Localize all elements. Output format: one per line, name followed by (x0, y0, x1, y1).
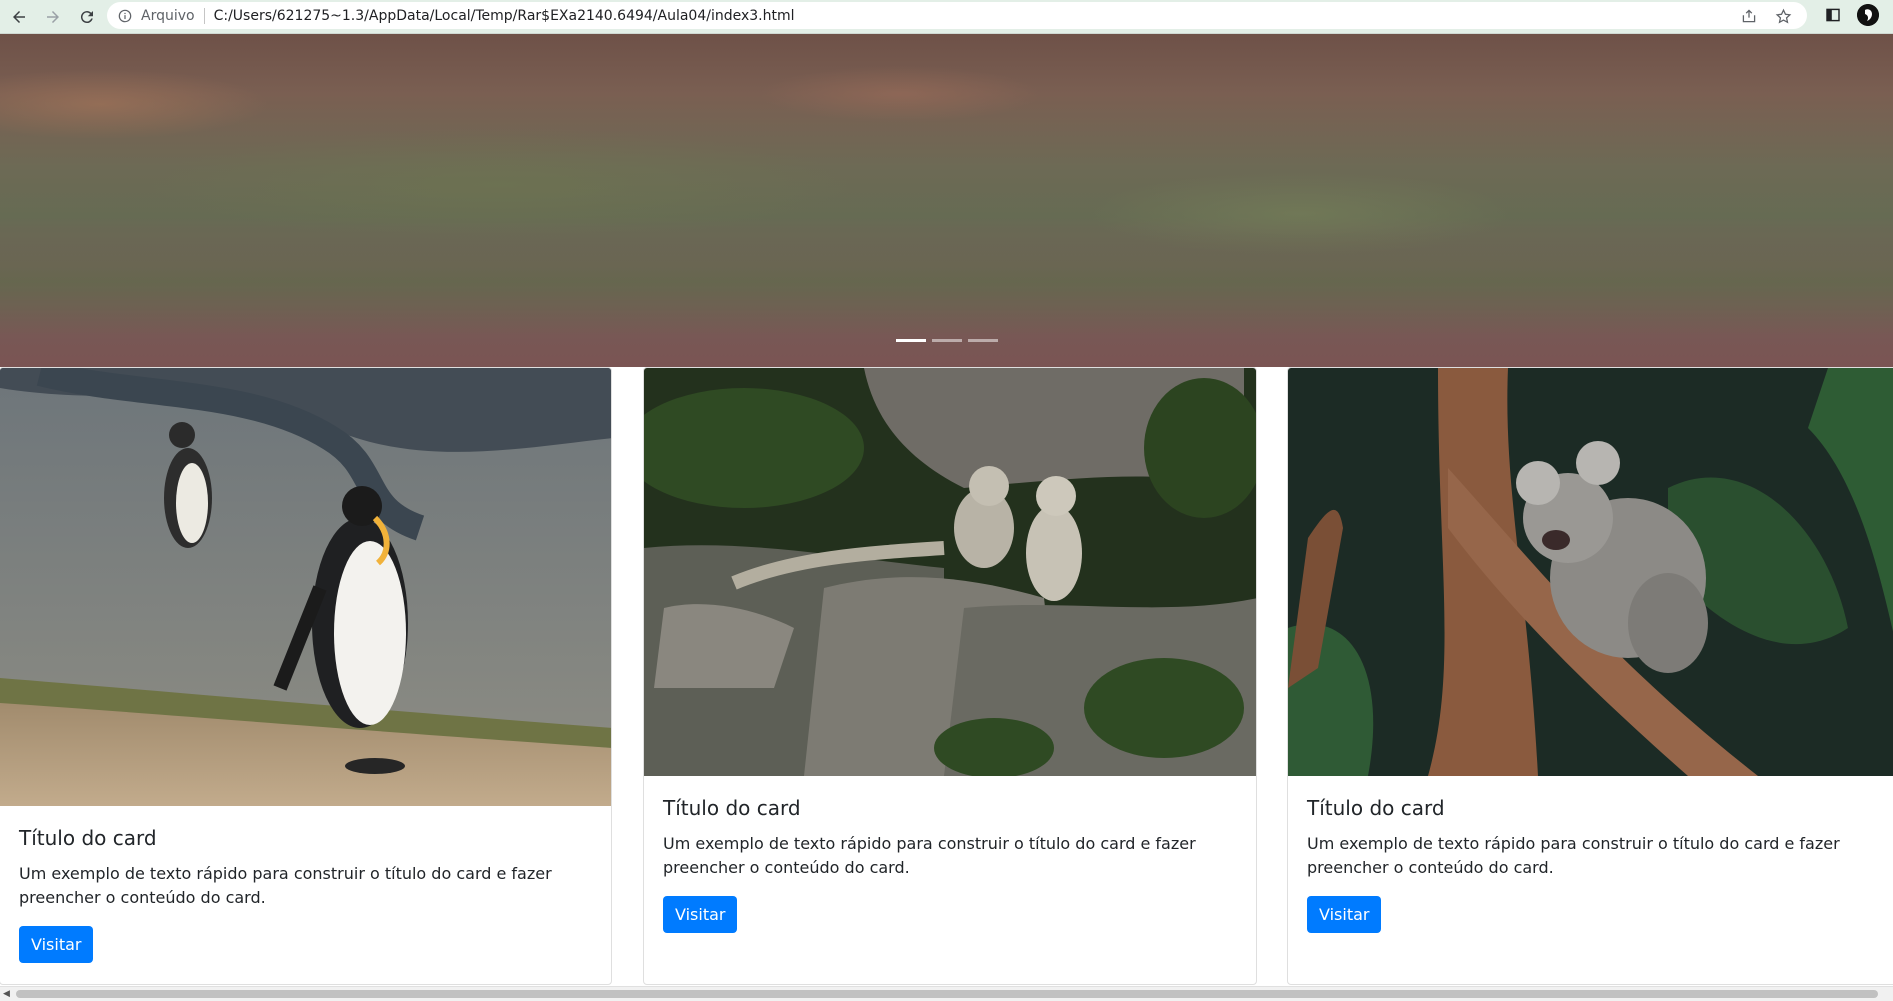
card-snow-leopards: Título do card Um exemplo de texto rápid… (643, 367, 1257, 985)
card-body: Título do card Um exemplo de texto rápid… (0, 806, 611, 963)
card-text: Um exemplo de texto rápido para construi… (19, 864, 552, 907)
carousel-indicators (0, 339, 1893, 342)
scheme-label: Arquivo (141, 7, 205, 24)
visit-button[interactable]: Visitar (19, 926, 94, 963)
url-text[interactable]: C:/Users/621275~1.3/AppData/Local/Temp/R… (214, 8, 795, 24)
scrollbar-thumb[interactable] (16, 990, 1878, 998)
back-arrow-icon (13, 10, 25, 23)
reload-button[interactable] (72, 2, 102, 32)
profile-avatar[interactable] (1857, 4, 1879, 26)
card-koala: Título do card Um exemplo de texto rápid… (1287, 367, 1893, 985)
card-image-penguins (0, 368, 611, 806)
card-title: Título do card (19, 826, 157, 850)
card-title: Título do card (1307, 796, 1445, 820)
carousel-indicator[interactable] (967, 339, 998, 342)
back-button[interactable] (4, 2, 34, 32)
card-image-koala (1288, 368, 1893, 776)
visit-button[interactable]: Visitar (1307, 896, 1382, 933)
carousel-indicator[interactable] (895, 339, 926, 342)
info-icon[interactable] (117, 8, 133, 24)
carousel-slide-image (0, 227, 1893, 337)
card-text: Um exemplo de texto rápido para construi… (1307, 834, 1840, 877)
share-icon[interactable] (1739, 6, 1759, 26)
side-panel-icon[interactable] (1823, 5, 1843, 25)
card-title: Título do card (663, 796, 801, 820)
visit-button[interactable]: Visitar (663, 896, 738, 933)
card-penguins: Título do card Um exemplo de texto rápid… (0, 367, 612, 985)
forward-arrow-icon (47, 10, 59, 23)
card-body: Título do card Um exemplo de texto rápid… (644, 776, 1256, 933)
carousel-indicator[interactable] (931, 339, 962, 342)
browser-toolbar: Arquivo C:/Users/621275~1.3/AppData/Loca… (0, 0, 1893, 34)
star-icon[interactable] (1773, 6, 1793, 26)
address-bar[interactable]: Arquivo C:/Users/621275~1.3/AppData/Loca… (107, 2, 1807, 29)
horizontal-scrollbar[interactable]: ◀ (0, 986, 1893, 1001)
forward-button[interactable] (38, 2, 68, 32)
scroll-left-arrow-icon[interactable]: ◀ (3, 989, 10, 999)
reload-icon (80, 10, 93, 23)
card-image-snow-leopards (644, 368, 1256, 776)
card-body: Título do card Um exemplo de texto rápid… (1288, 776, 1893, 933)
card-text: Um exemplo de texto rápido para construi… (663, 834, 1196, 877)
card-deck: Título do card Um exemplo de texto rápid… (0, 367, 1893, 985)
hero-carousel[interactable] (0, 34, 1893, 367)
